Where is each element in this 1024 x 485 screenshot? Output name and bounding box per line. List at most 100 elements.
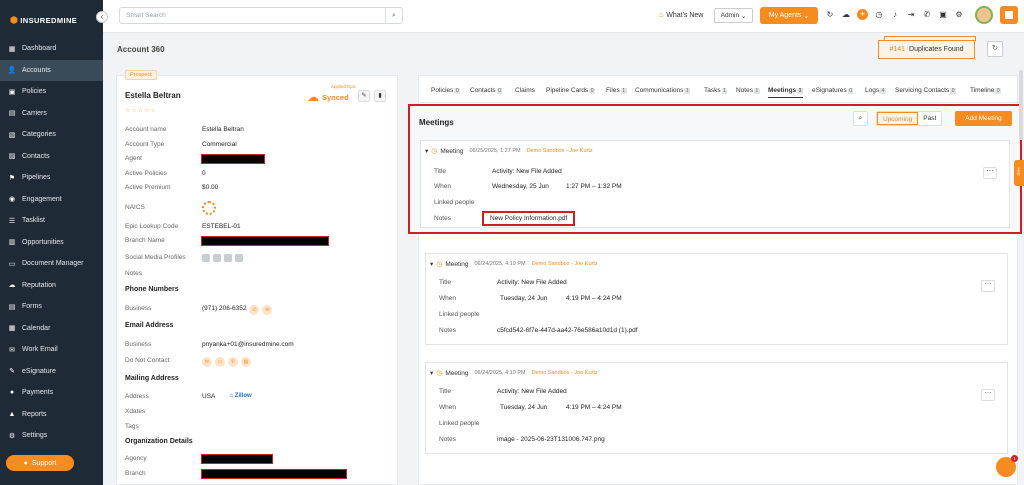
search-input[interactable]: Smart Search [120,12,385,19]
dnc-chat-icon[interactable]: ▭ [215,357,225,367]
sidebar-item-payments[interactable]: ● Payments [0,382,103,404]
tab-meetings[interactable]: Meetings 3 [768,87,803,98]
message-icon[interactable]: ✉ [262,305,273,315]
sidebar-item-policies[interactable]: ▣ Policies [0,81,103,103]
phone-icon[interactable]: ✆ [922,10,932,19]
dnc-sms-icon[interactable]: ▤ [241,357,251,367]
meeting-header[interactable]: ▾ ◷ Meeting 06/24/2025, 4:19 PM Demo Sandbox… [430,260,598,269]
linkedin-icon[interactable] [202,254,210,262]
sidebar-item-engagement[interactable]: ◉ Engagement [0,189,103,211]
tab-tasks[interactable]: Tasks 1 [704,87,728,94]
tab-files[interactable]: Files 1 [606,87,627,94]
field-business-phone: Business (971) 206-6352 ✆ ✉ [125,305,273,315]
chip-icon[interactable]: ▣ [938,10,948,19]
sidebar-item-dashboard[interactable]: ▦ Dashboard [0,38,103,60]
naics-badge-icon[interactable] [202,201,216,215]
tab-policies[interactable]: Policies 0 [431,87,461,94]
sidebar-item-document-manager[interactable]: ▭ Document Manager [0,253,103,275]
tab-notes[interactable]: Notes 1 [736,87,760,94]
filter-past[interactable]: Past [918,112,941,125]
globe-icon[interactable] [235,254,243,262]
sidebar-collapse-button[interactable]: ‹ [96,11,108,23]
reports-icon: ▲ [8,410,16,418]
field-social-media: Social Media Profiles [125,254,246,262]
zillow-link[interactable]: ⌂ Zillow [229,393,251,400]
user-avatar[interactable] [975,6,993,24]
tab-logs[interactable]: Logs 4 [865,87,886,94]
help-side-tab[interactable]: Help [1014,160,1024,186]
sidebar-item-work-email[interactable]: ✉ Work Email [0,339,103,361]
add-icon[interactable]: + [857,9,868,20]
tab-contacts[interactable]: Contacts 0 [470,87,503,94]
sidebar-item-settings[interactable]: ⚙ Settings [0,425,103,447]
sidebar-item-reports[interactable]: ▲ Reports [0,404,103,426]
field-account-name: Account name Estella Beltran [125,126,244,133]
support-icon: ● [23,459,28,467]
dnc-phone-icon[interactable]: ✆ [228,357,238,367]
note-attachment-link[interactable]: c5fcd542-6f7e-447d-aa42-76e586a10d1d (1)… [497,327,638,334]
sidebar-item-tasklist[interactable]: ☰ Tasklist [0,210,103,232]
dnc-email-icon[interactable]: ✉ [202,357,212,367]
call-icon[interactable]: ✆ [249,305,260,315]
chevron-left-icon: ‹ [100,12,104,21]
tab-esignatures[interactable]: eSignatures 0 [812,87,854,94]
search-icon[interactable]: ⌕ [385,8,402,23]
my-agents-button[interactable]: My Agents ⌄ [760,7,818,24]
tab-servicing-contacts[interactable]: Servicing Contacts 0 [895,87,956,94]
meeting-filter: Upcoming Past [876,111,943,126]
sidebar-item-opportunities[interactable]: ▥ Opportunities [0,232,103,254]
smart-search: Smart Search ⌕ [119,7,403,24]
bell-icon[interactable]: ♪ [890,10,900,19]
twitter-icon[interactable] [224,254,232,262]
meeting-header[interactable]: ▾ ◷ Meeting 06/25/2025, 1:27 PM Demo Sandbox… [425,147,593,156]
add-meeting-button[interactable]: Add Meeting [955,111,1012,126]
meeting-title-row: Title Activity: New File Added [439,279,567,286]
sidebar-item-esignature[interactable]: ✎ eSignature [0,361,103,383]
sidebar-item-reputation[interactable]: ☁ Reputation [0,275,103,297]
sidebar-item-accounts[interactable]: 👤 Accounts [0,59,103,81]
tab-pipeline-cards[interactable]: Pipeline Cards 0 [546,87,596,94]
facebook-icon[interactable] [213,254,221,262]
sidebar-item-calendar[interactable]: ▦ Calendar [0,318,103,340]
sidebar-item-forms[interactable]: ▤ Forms [0,296,103,318]
apps-button[interactable] [1000,6,1018,24]
tab-claims[interactable]: Claims [515,87,535,94]
tab-communications[interactable]: Communications 1 [635,87,691,94]
sidebar-item-pipelines[interactable]: ⚑ Pipelines [0,167,103,189]
whats-new-link[interactable]: ♨ What's New [658,11,703,19]
reputation-icon: ☁ [8,282,16,290]
more-options-button[interactable]: ⋯ [983,167,997,179]
status-badge: Prospect [125,70,157,80]
rating-stars[interactable]: ☆☆☆☆☆ [125,107,157,114]
tab-timeline[interactable]: Timeline 0 [970,87,1002,94]
delete-button[interactable]: ▮ [374,90,386,102]
tasklist-icon: ☰ [8,217,16,225]
meeting-header[interactable]: ▾ ◷ Meeting 06/24/2025, 4:19 PM Demo Sandbox… [430,369,598,378]
more-options-button[interactable]: ⋯ [981,389,995,401]
sync-icon[interactable]: ↻ [825,10,835,19]
note-attachment-link[interactable]: New Policy Information.pdf [482,211,576,226]
note-attachment-link[interactable]: image - 2025-06-23T131006.747.png [497,436,605,443]
scrollbar[interactable] [1019,70,1023,140]
role-select[interactable]: Admin ⌄ [714,8,753,23]
gear-icon[interactable]: ⚙ [954,10,964,19]
cloud-icon[interactable]: ☁ [841,10,851,19]
duplicates-found-button[interactable]: #141 Duplicates Found [878,36,976,59]
meeting-linked-row: Linked people [439,420,480,427]
sidebar-item-categories[interactable]: ▧ Categories [0,124,103,146]
calendar-icon: ▦ [8,325,16,333]
clock-icon[interactable]: ◷ [874,10,884,19]
business-email-link[interactable]: pnyanka+01@insuredmine.com [202,341,294,348]
sidebar-item-contacts[interactable]: ▨ Contacts [0,146,103,168]
edit-button[interactable]: ✎ [358,90,370,102]
filter-upcoming[interactable]: Upcoming [877,112,919,125]
search-icon[interactable]: ⌕ [853,111,868,126]
account-tabs: Policies 0 Contacts 0 Claims Pipeline Card… [419,76,1019,103]
logout-icon[interactable]: ⇥ [906,10,916,19]
chat-launcher[interactable]: 1 [996,455,1018,477]
more-options-button[interactable]: ⋯ [981,280,995,292]
brand-logo[interactable]: ⬢ INSUREDMINE [10,15,77,26]
refresh-icon[interactable]: ↻ [987,41,1003,57]
support-button[interactable]: ● Support [6,455,74,471]
sidebar-item-carriers[interactable]: ▤ Carriers [0,103,103,125]
